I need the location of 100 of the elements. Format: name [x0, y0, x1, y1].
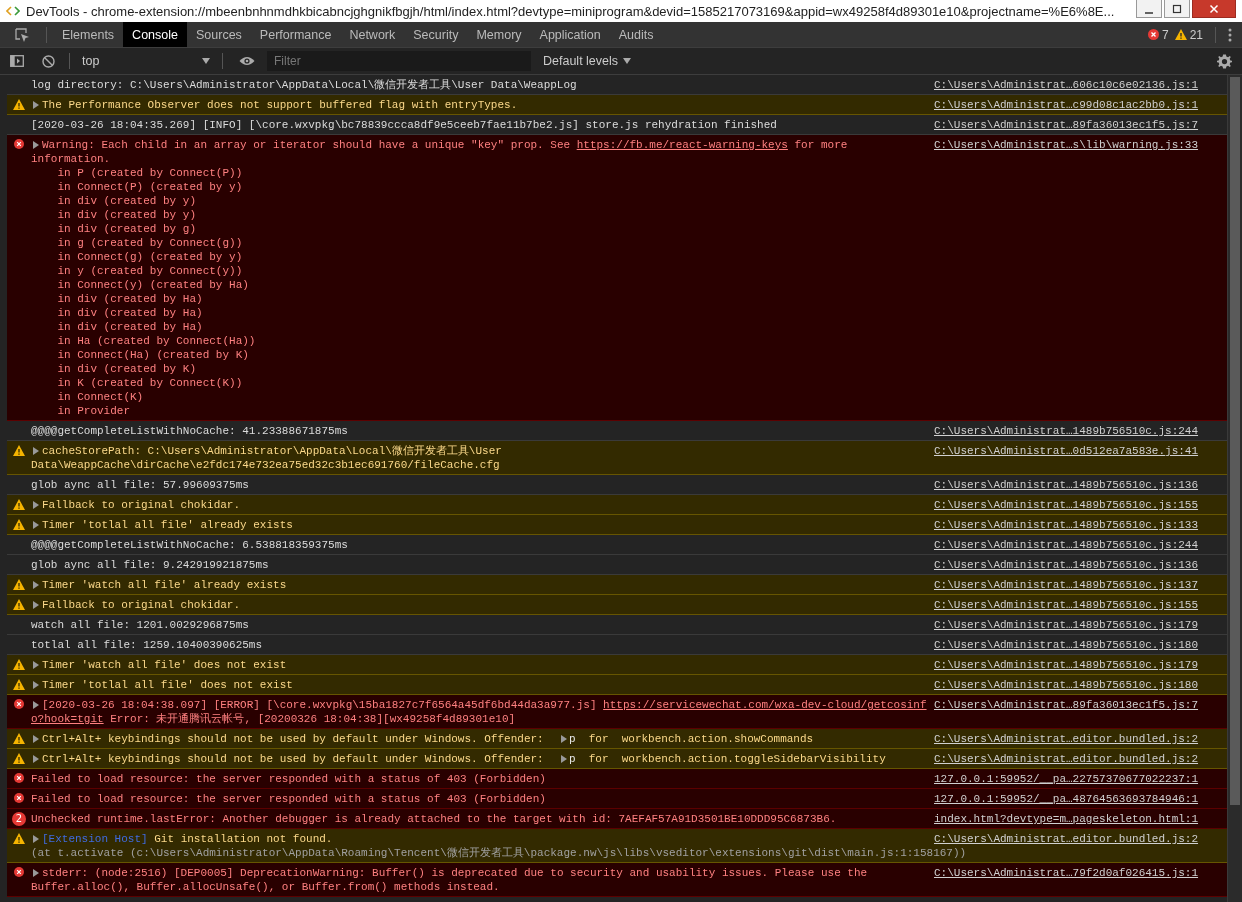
message-text: in Provider	[56, 404, 131, 418]
message-text: Ctrl+Alt+ keybindings should not be used by default under Windows. Offender:	[42, 752, 545, 766]
panel-tab[interactable]: Memory	[467, 22, 531, 47]
source-link[interactable]: C:\Users\Administrat…79f2d0af026415.js:1	[934, 867, 1199, 879]
panel-tab[interactable]: Audits	[609, 22, 663, 47]
expand-arrow-icon[interactable]	[33, 735, 39, 743]
message-text: in div (created by y)	[56, 208, 197, 222]
expand-arrow-icon[interactable]	[33, 521, 39, 529]
minimize-button[interactable]	[1136, 0, 1162, 18]
source-link[interactable]: C:\Users\Administrat…1489b756510c.js:137	[934, 579, 1199, 591]
panel-tab[interactable]: Sources	[187, 22, 251, 47]
source-link[interactable]: C:\Users\Administrat…0d512ea7a583e.js:41	[934, 445, 1199, 457]
warning-icon	[1174, 29, 1187, 40]
object-preview: p	[568, 732, 576, 746]
source-link[interactable]: C:\Users\Administrat…1489b756510c.js:155	[934, 599, 1199, 611]
source-link[interactable]: C:\Users\Administrat…1489b756510c.js:180	[934, 639, 1199, 651]
message-text: The Performance Observer does not support buffered flag with entryTypes.	[42, 98, 518, 112]
expand-arrow-icon[interactable]	[33, 581, 39, 589]
expand-arrow-icon[interactable]	[33, 681, 39, 689]
settings-icon[interactable]	[1217, 53, 1232, 69]
message-text: Timer 'totlal all file' already exists	[42, 518, 293, 532]
message-text: for workbench.action.showCommands	[587, 732, 814, 746]
message-link[interactable]: https://fb.me/react-warning-keys	[576, 138, 788, 152]
panel-tab[interactable]: Security	[404, 22, 468, 47]
message-text: in K (created by Connect(K))	[56, 376, 243, 390]
expand-arrow-icon[interactable]	[33, 141, 39, 149]
expand-arrow-icon[interactable]	[33, 101, 39, 109]
source-link[interactable]: C:\Users\Administrat…606c10c6e02136.js:1	[934, 79, 1199, 91]
sidebar-toggle-icon[interactable]	[10, 55, 24, 67]
eye-icon[interactable]	[239, 56, 255, 66]
panel-tab[interactable]: Console	[123, 22, 187, 47]
expand-arrow-icon[interactable]	[33, 601, 39, 609]
message-text: in Connect(y) (created by Ha)	[56, 278, 249, 292]
panel-tab[interactable]: Application	[530, 22, 610, 47]
clear-console-icon[interactable]	[42, 54, 55, 68]
error-icon	[14, 699, 24, 709]
message-text: in Connect(K)	[56, 390, 144, 404]
scrollbar[interactable]	[1227, 75, 1242, 902]
warning-icon	[13, 659, 25, 670]
caret-icon	[623, 58, 632, 64]
maximize-button[interactable]	[1164, 0, 1190, 18]
panel-tab[interactable]: Network	[340, 22, 405, 47]
log-levels-dropdown[interactable]: Default levels	[537, 53, 638, 69]
warning-icon	[13, 733, 25, 744]
warning-icon	[13, 833, 25, 844]
warning-icon	[13, 99, 25, 110]
expand-arrow-icon[interactable]	[560, 735, 567, 743]
source-link[interactable]: C:\Users\Administrat…1489b756510c.js:179	[934, 619, 1199, 631]
expand-arrow-icon[interactable]	[33, 701, 39, 709]
source-link[interactable]: C:\Users\Administrat…1489b756510c.js:179	[934, 659, 1199, 671]
source-link[interactable]: C:\Users\Administrat…editor.bundled.js:2	[934, 753, 1199, 765]
source-link[interactable]: C:\Users\Administrat…editor.bundled.js:2	[934, 833, 1199, 845]
message-link[interactable]: https://servicewechat.com/wxa-dev-cloud/getcosinf	[603, 698, 927, 712]
expand-arrow-icon[interactable]	[560, 755, 567, 763]
message-text: in Connect(Ha) (created by K)	[56, 348, 249, 362]
expand-arrow-icon[interactable]	[33, 869, 39, 877]
expand-arrow-icon[interactable]	[33, 835, 39, 843]
warning-icon	[13, 753, 25, 764]
message-text: Git installation not found.	[153, 832, 333, 846]
message-text: [2020-03-26 18:04:38.097] [ERROR] [\core.wxvpkg\15ba1827c7f6564a45df6bd44da3a977.js]	[42, 698, 598, 712]
source-link[interactable]: C:\Users\Administrat…89fa36013ec1f5.js:7	[934, 699, 1199, 711]
source-tag: [Extension Host]	[42, 832, 148, 846]
message-link[interactable]: o?hook=tgit	[31, 712, 104, 726]
source-link[interactable]: C:\Users\Administrat…1489b756510c.js:155	[934, 499, 1199, 511]
message-text: Ctrl+Alt+ keybindings should not be used by default under Windows. Offender:	[42, 732, 545, 746]
message-text: stderr: (node:2516) [DEP0005] DeprecationWarning: Buffer() is deprecated due to security and usability issues. Please use the	[42, 866, 868, 880]
source-link[interactable]: C:\Users\Administrat…89fa36013ec1f5.js:7	[934, 119, 1199, 131]
message-text: watch all file: 1201.0029296875ms	[31, 618, 249, 632]
message-text: [2020-03-26 18:04:35.269] [INFO] [\core.wxvpkg\bc78839ccca8df9e5ceeb7fae11b7be2.js] store.js rehydration finished	[31, 118, 777, 132]
source-link[interactable]: C:\Users\Administrat…editor.bundled.js:2	[934, 733, 1199, 745]
filter-field[interactable]: Filter	[267, 51, 531, 71]
message-text: Data\WeappCache\dirCache\e2fdc174e732ea75ed32c3b1ec691760/fileCache.cfg	[31, 458, 500, 472]
source-link[interactable]: C:\Users\Administrat…1489b756510c.js:244	[934, 539, 1199, 551]
message-text: Timer 'totlal all file' does not exist	[42, 678, 293, 692]
source-link[interactable]: C:\Users\Administrat…1489b756510c.js:133	[934, 519, 1199, 531]
message-text: glob aync all file: 9.242919921875ms	[31, 558, 269, 572]
panel-tab[interactable]: Elements	[53, 22, 124, 47]
expand-arrow-icon[interactable]	[33, 755, 39, 763]
inspect-element-icon[interactable]	[14, 26, 30, 43]
source-link[interactable]: C:\Users\Administrat…s\lib\warning.js:33	[934, 139, 1199, 151]
source-link[interactable]: 127.0.0.1:59952/__pa…48764563693784946:1	[934, 793, 1199, 805]
error-icon	[14, 867, 24, 877]
message-text: @@@@getCompleteListWithNoCache: 41.23388671875ms	[31, 424, 348, 438]
source-link[interactable]: C:\Users\Administrat…1489b756510c.js:244	[934, 425, 1199, 437]
source-link[interactable]: 127.0.0.1:59952/__pa…22757370677022237:1	[934, 773, 1199, 785]
source-link[interactable]: index.html?devtype=m…pageskeleton.html:1	[934, 813, 1199, 825]
message-text: in div (created by y)	[56, 194, 197, 208]
expand-arrow-icon[interactable]	[33, 501, 39, 509]
source-link[interactable]: C:\Users\Administrat…c99d08c1ac2bb0.js:1	[934, 99, 1199, 111]
message-text: in g (created by Connect(g))	[56, 236, 243, 250]
expand-arrow-icon[interactable]	[33, 661, 39, 669]
more-options-icon[interactable]	[1228, 27, 1232, 42]
source-link[interactable]: C:\Users\Administrat…1489b756510c.js:180	[934, 679, 1199, 691]
source-link[interactable]: C:\Users\Administrat…1489b756510c.js:136	[934, 479, 1199, 491]
panel-tab[interactable]: Performance	[250, 22, 341, 47]
close-button[interactable]	[1192, 0, 1236, 18]
context-select[interactable]: top	[76, 51, 216, 71]
source-link[interactable]: C:\Users\Administrat…1489b756510c.js:136	[934, 559, 1199, 571]
expand-arrow-icon[interactable]	[33, 447, 39, 455]
message-text: Timer 'watch all file' does not exist	[42, 658, 287, 672]
